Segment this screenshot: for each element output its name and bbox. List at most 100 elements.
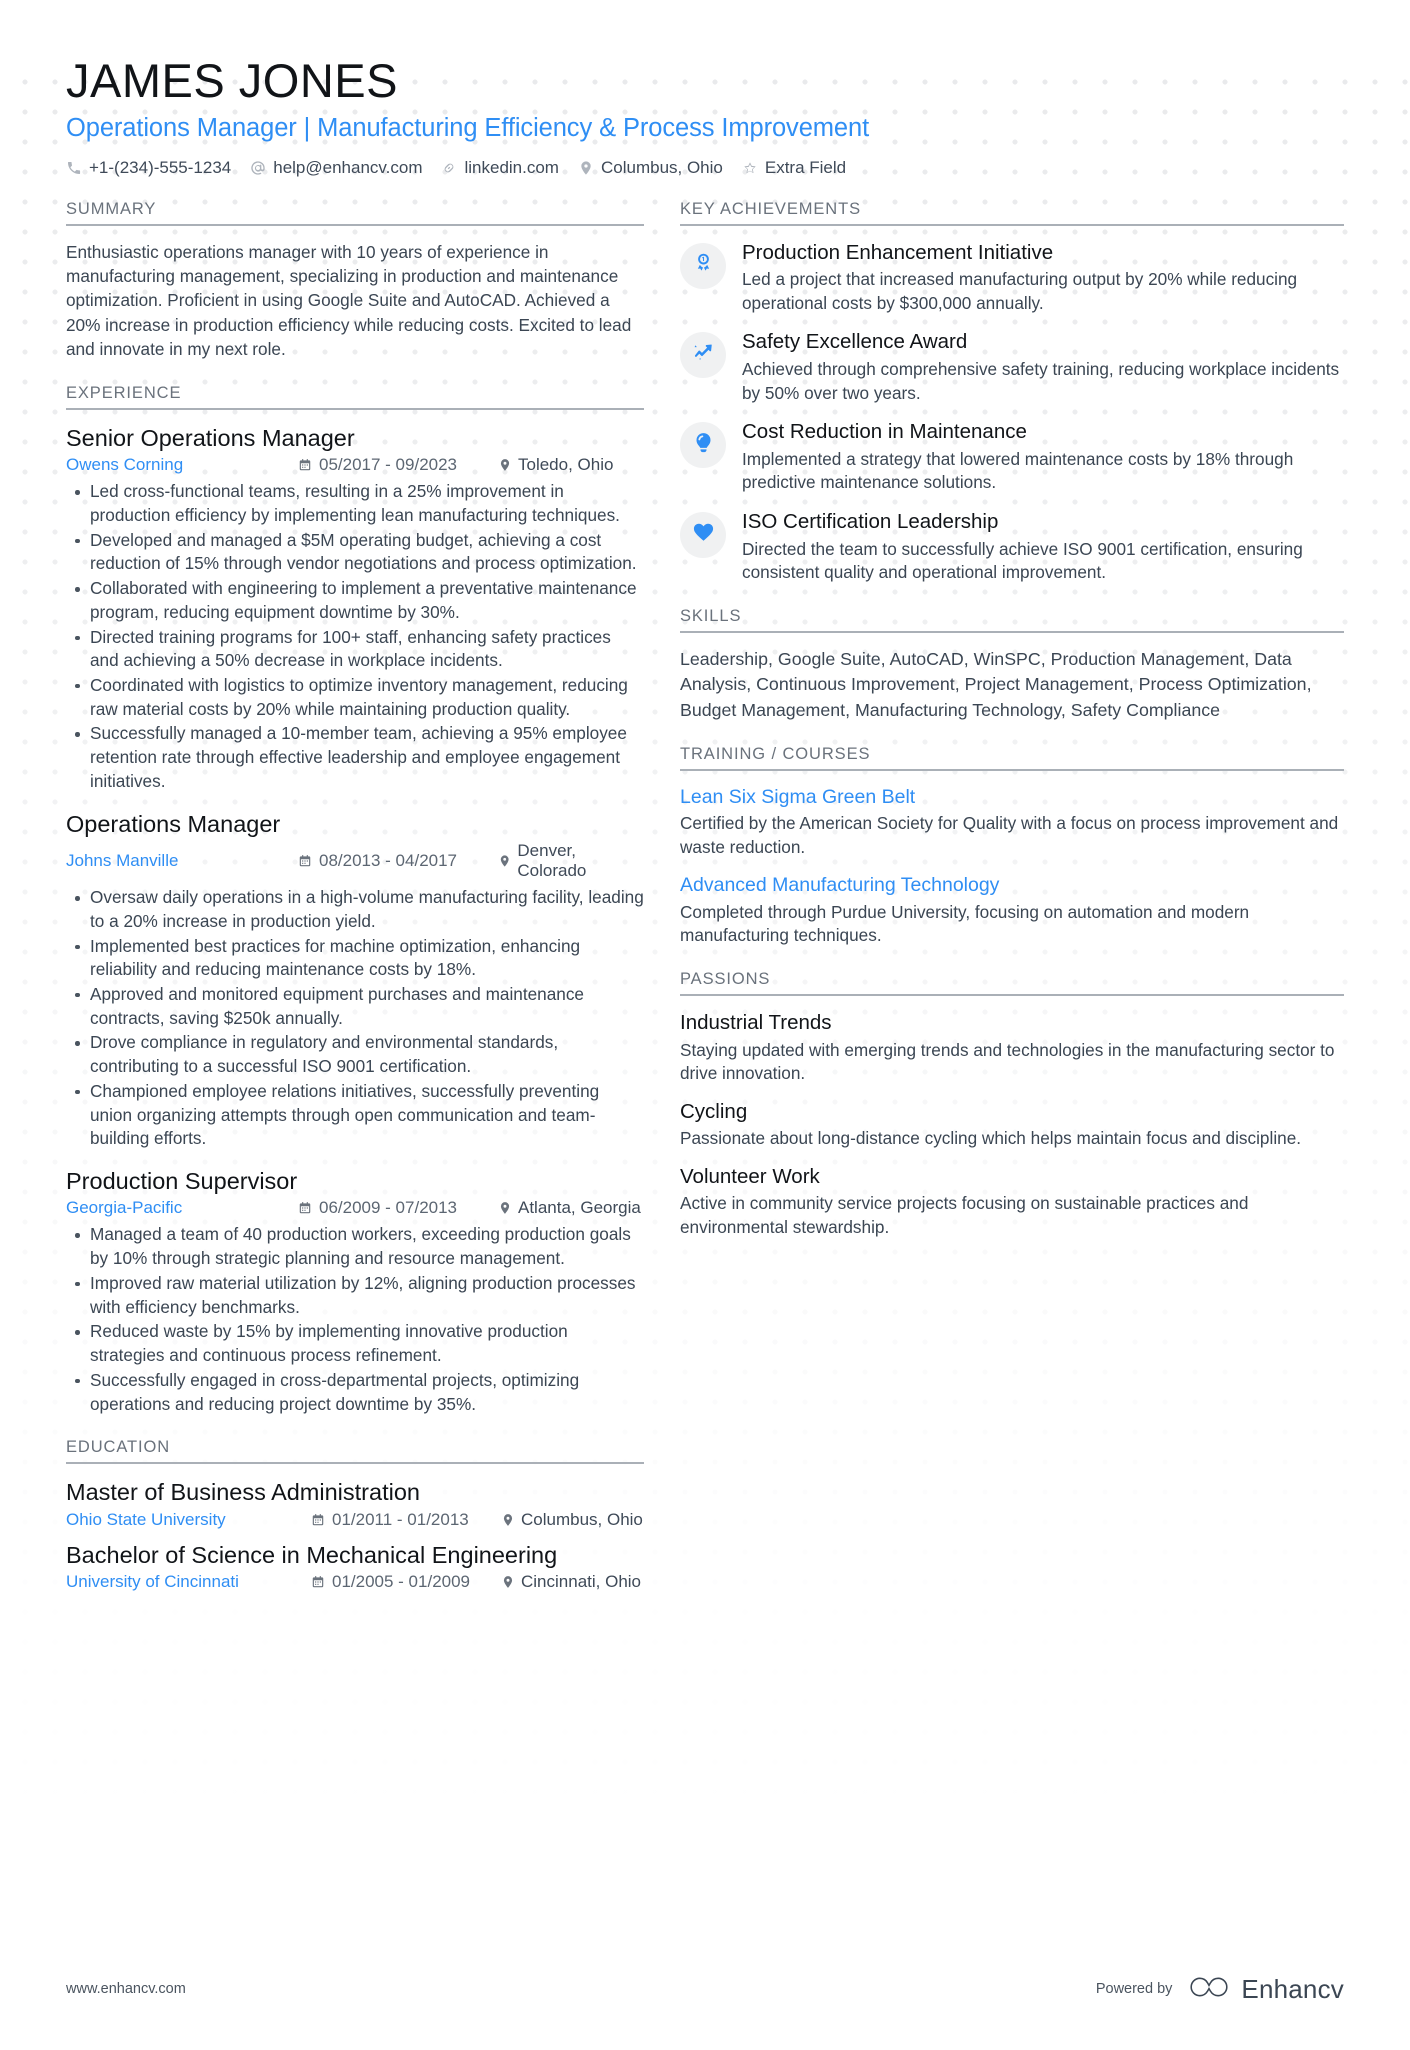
section-divider (66, 223, 644, 226)
job-title: Production Supervisor (66, 1168, 298, 1195)
candidate-headline: Operations Manager | Manufacturing Effic… (66, 113, 870, 142)
job-company[interactable]: Johns Manville (66, 851, 298, 871)
experience-section-title: EXPERIENCE (66, 383, 182, 402)
achievement-title: Safety Excellence Award (742, 330, 968, 354)
job-location-text: Denver, Colorado (517, 841, 587, 881)
job-bullets: Managed a team of 40 production workers,… (66, 1223, 644, 1416)
job-meta: Johns Manville 08/2013 - 04/2017 Denver,… (66, 841, 644, 881)
contact-email[interactable]: help@enhancv.com (250, 158, 422, 178)
email-icon (250, 160, 266, 176)
job-location: Toledo, Ohio (498, 455, 613, 475)
job-location-text: Toledo, Ohio (518, 455, 614, 475)
achievement-item: Cost Reduction in Maintenance Implemente… (680, 419, 1344, 495)
achievement-desc: Achieved through comprehensive safety tr… (742, 359, 1340, 403)
job-bullet: Oversaw daily operations in a high-volum… (66, 886, 644, 933)
contact-location: Columbus, Ohio (578, 158, 723, 178)
section-divider (66, 1462, 644, 1465)
location-pin-icon (501, 1575, 515, 1589)
education-entry: Bachelor of Science in Mechanical Engine… (66, 1541, 644, 1592)
achievement-desc: Implemented a strategy that lowered main… (742, 448, 1294, 493)
page-footer: www.enhancv.com Powered by Enhancv (0, 1928, 1410, 2050)
job-company[interactable]: Owens Corning (66, 455, 298, 475)
job-meta: Owens Corning 05/2017 - 09/2023 Toledo, … (66, 455, 644, 475)
upward-trend-arrow-icon (692, 341, 715, 369)
award-ribbon-icon (692, 252, 715, 280)
calendar-icon (311, 1575, 325, 1589)
resume-body: SUMMARY Enthusiastic operations manager … (66, 200, 1344, 1614)
achievement-body: Safety Excellence Award Achieved through… (742, 329, 1344, 405)
experience-entry: Senior Operations Manager Owens Corning … (66, 424, 644, 794)
job-bullet: Championed employee relations initiative… (66, 1080, 644, 1151)
achievement-body: Production Enhancement Initiative Led a … (742, 240, 1344, 316)
education-location-text: Cincinnati, Ohio (521, 1572, 642, 1592)
job-company[interactable]: Georgia-Pacific (66, 1198, 298, 1218)
passions-section-title: PASSIONS (680, 969, 771, 988)
location-pin-icon (578, 160, 594, 176)
job-location-text: Atlanta, Georgia (518, 1198, 641, 1218)
education-date-text: 01/2011 - 01/2013 (332, 1509, 469, 1529)
achievement-body: ISO Certification Leadership Directed th… (742, 509, 1344, 585)
contact-link[interactable]: linkedin.com (441, 158, 559, 178)
job-bullet: Improved raw material utilization by 12%… (66, 1272, 644, 1319)
course-item: Lean Six Sigma Green Belt Certified by t… (680, 785, 1344, 859)
heart-icon (692, 521, 715, 549)
contact-email-text: help@enhancv.com (273, 157, 423, 177)
section-skills: SKILLS Leadership, Google Suite, AutoCAD… (680, 607, 1344, 723)
calendar-icon (298, 1201, 312, 1215)
training-section-title: TRAINING / COURSES (680, 744, 871, 763)
job-date: 06/2009 - 07/2013 (298, 1198, 498, 1218)
contact-row: +1-(234)-555-1234 help@enhancv.com linke… (66, 158, 1344, 178)
achievement-item: Production Enhancement Initiative Led a … (680, 240, 1344, 316)
passion-name: Cycling (680, 1099, 748, 1123)
course-desc: Certified by the American Society for Qu… (680, 813, 1339, 857)
passion-desc: Staying updated with emerging trends and… (680, 1039, 1335, 1084)
education-meta: University of Cincinnati 01/2005 - 01/20… (66, 1572, 644, 1592)
skills-section-title: SKILLS (680, 606, 742, 625)
course-name[interactable]: Lean Six Sigma Green Belt (680, 785, 1344, 810)
job-bullet: Successfully managed a 10-member team, a… (66, 722, 644, 793)
passion-item: Industrial Trends Staying updated with e… (680, 1010, 1344, 1086)
phone-icon (66, 160, 82, 176)
job-date: 08/2013 - 04/2017 (298, 851, 498, 871)
passion-name: Industrial Trends (680, 1010, 832, 1034)
job-bullet: Coordinated with logistics to optimize i… (66, 674, 644, 721)
section-divider (680, 223, 1344, 226)
job-bullets: Oversaw daily operations in a high-volum… (66, 886, 644, 1151)
achievement-icon-badge (680, 332, 726, 379)
education-date-text: 01/2005 - 01/2009 (332, 1572, 471, 1592)
left-column: SUMMARY Enthusiastic operations manager … (66, 200, 644, 1614)
job-bullet: Drove compliance in regulatory and envir… (66, 1031, 644, 1078)
job-bullet: Collaborated with engineering to impleme… (66, 577, 644, 624)
location-pin-icon (498, 854, 511, 868)
section-divider (680, 768, 1344, 771)
education-section-title: EDUCATION (66, 1438, 171, 1457)
education-school[interactable]: University of Cincinnati (66, 1572, 311, 1592)
contact-extra-field-text: Extra Field (764, 157, 847, 177)
job-bullets: Led cross-functional teams, resulting in… (66, 480, 644, 794)
job-bullet: Approved and monitored equipment purchas… (66, 983, 644, 1030)
job-title: Operations Manager (66, 810, 281, 837)
calendar-icon (298, 854, 312, 868)
education-school[interactable]: Ohio State University (66, 1510, 311, 1530)
contact-link-text: linkedin.com (464, 157, 559, 177)
contact-phone-text: +1-(234)-555-1234 (89, 157, 232, 177)
section-experience: EXPERIENCE Senior Operations Manager Owe… (66, 384, 644, 1417)
section-training-courses: TRAINING / COURSES Lean Six Sigma Green … (680, 745, 1344, 948)
resume-header: JAMES JONES Operations Manager | Manufac… (66, 54, 1344, 178)
experience-entry: Production Supervisor Georgia-Pacific 06… (66, 1167, 644, 1416)
achievement-icon-badge (680, 511, 726, 558)
achievement-item: ISO Certification Leadership Directed th… (680, 509, 1344, 585)
education-degree: Bachelor of Science in Mechanical Engine… (66, 1541, 558, 1568)
enhancv-mark-icon (1188, 1974, 1230, 2005)
section-divider (66, 407, 644, 410)
job-date-text: 06/2009 - 07/2013 (319, 1198, 458, 1218)
calendar-icon (298, 458, 312, 472)
enhancv-logo: Enhancv (1188, 1974, 1344, 2005)
education-entry: Master of Business Administration Ohio S… (66, 1478, 644, 1529)
achievement-icon-badge (680, 242, 726, 289)
resume-page: JAMES JONES Operations Manager | Manufac… (0, 54, 1410, 1614)
contact-phone[interactable]: +1-(234)-555-1234 (66, 158, 231, 178)
contact-location-text: Columbus, Ohio (600, 157, 723, 177)
achievement-title: Production Enhancement Initiative (742, 240, 1054, 264)
course-name[interactable]: Advanced Manufacturing Technology (680, 873, 1344, 898)
